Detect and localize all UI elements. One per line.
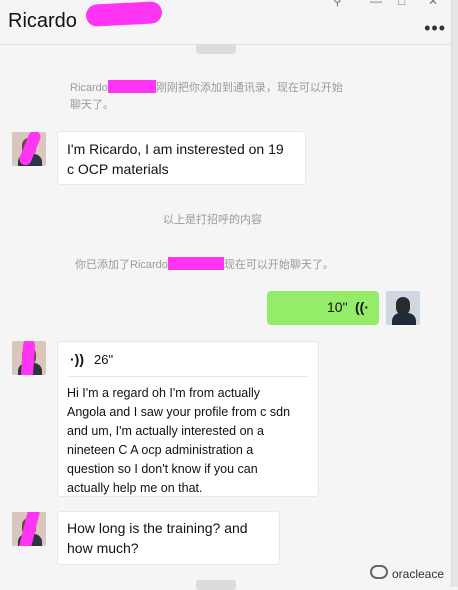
- minimize-icon[interactable]: —: [370, 0, 382, 8]
- message-text: how much?: [67, 540, 139, 556]
- avatar[interactable]: [12, 341, 46, 375]
- redaction-mark: [85, 1, 163, 27]
- timestamp-pill: [196, 44, 236, 54]
- voice-wave-icon: ((·: [355, 299, 369, 315]
- system-message: 以上是打招呼的内容: [163, 214, 262, 226]
- voice-duration: 10": [327, 299, 348, 315]
- message-bubble[interactable]: I'm Ricardo, I am insterested on 19 c OC…: [57, 131, 306, 185]
- message-text: c OCP materials: [67, 161, 169, 177]
- voice-message-card[interactable]: ·)) 26" Hi I'm a regard oh I'm from actu…: [57, 341, 319, 497]
- system-message: Ricardo 刚刚把你添加到通讯录，现在可以开始 聊天了。: [70, 80, 343, 111]
- avatar[interactable]: [12, 512, 46, 546]
- pin-icon[interactable]: ⚲: [333, 0, 342, 8]
- divider: [68, 376, 308, 377]
- message-text: How long is the training? and: [67, 520, 248, 536]
- close-icon[interactable]: ✕: [428, 0, 438, 8]
- message-bubble[interactable]: How long is the training? and how much?: [57, 511, 280, 565]
- voice-duration: 26": [94, 352, 114, 367]
- avatar-self[interactable]: [386, 291, 420, 325]
- voice-transcript: Hi I'm a regard oh I'm from actually Ang…: [67, 386, 291, 495]
- maximize-icon[interactable]: □: [398, 0, 405, 8]
- redaction-mark: [167, 257, 224, 270]
- chat-title: Ricardo: [8, 10, 77, 32]
- redaction-mark: [107, 80, 156, 93]
- message-text: I'm Ricardo, I am insterested on 19: [67, 141, 284, 157]
- timestamp-pill: [196, 580, 236, 590]
- more-horizontal-icon[interactable]: •••: [424, 18, 446, 39]
- wechat-icon: [369, 565, 388, 579]
- avatar[interactable]: [12, 132, 46, 166]
- scrollbar-track[interactable]: [451, 0, 458, 587]
- system-message: 你已添加了Ricardo 现在可以开始聊天了。: [75, 257, 334, 271]
- voice-wave-icon: ·)): [70, 351, 84, 367]
- voice-message-bubble[interactable]: 10" ((·: [267, 291, 379, 325]
- watermark: oracleace: [369, 565, 444, 581]
